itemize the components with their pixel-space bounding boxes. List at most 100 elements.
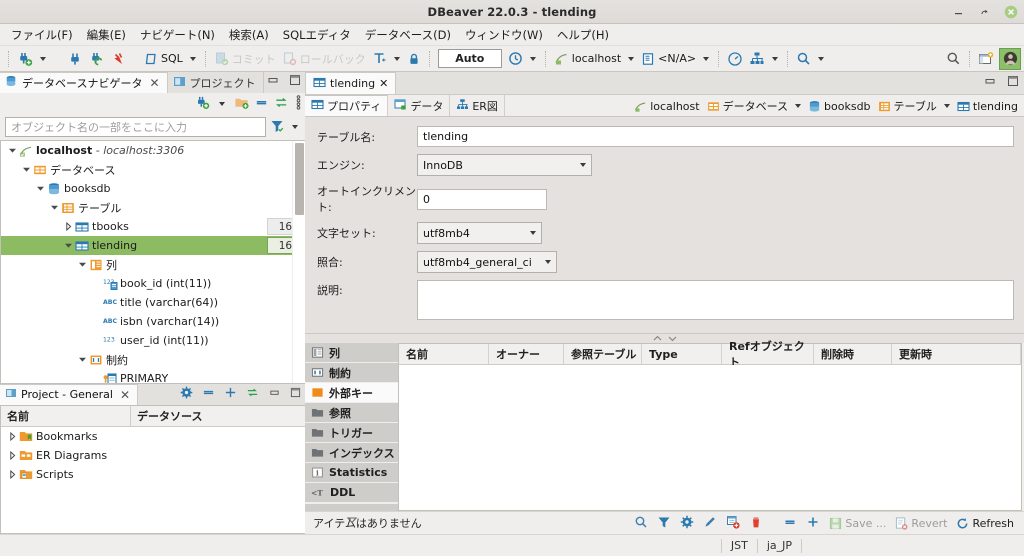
project-column-name[interactable]: 名前 bbox=[1, 405, 131, 426]
expand-all-icon[interactable] bbox=[224, 386, 237, 402]
chevron-down-icon[interactable] bbox=[77, 255, 88, 274]
object-tab-tab[interactable]: 制約 bbox=[305, 363, 398, 383]
clock-icon[interactable] bbox=[505, 48, 526, 70]
close-icon[interactable]: ✕ bbox=[120, 388, 130, 402]
grid-column-header[interactable]: 名前 bbox=[399, 344, 489, 364]
tree-item-tbooks[interactable]: tbooks 16K bbox=[1, 217, 305, 236]
minimize-icon[interactable] bbox=[983, 75, 997, 90]
search-dropdown-icon[interactable] bbox=[818, 56, 825, 61]
global-search-icon[interactable] bbox=[943, 48, 964, 70]
sql-editor-dropdown-icon[interactable] bbox=[189, 56, 196, 61]
search-icon[interactable] bbox=[793, 48, 814, 70]
subtab-data[interactable]: データ bbox=[388, 95, 451, 116]
disconnect-all-button[interactable] bbox=[108, 48, 130, 70]
auto-commit-selector[interactable]: Auto bbox=[437, 49, 502, 68]
search-input[interactable] bbox=[5, 117, 266, 138]
object-tab-tab[interactable]: 列 bbox=[305, 343, 398, 363]
tree-item-book_idint11[interactable]: 123 book_id (int(11)) bbox=[1, 274, 305, 293]
database-navigator-tree[interactable]: localhost - localhost:3306 データベース booksdb テ… bbox=[0, 140, 305, 384]
minimize-icon[interactable] bbox=[951, 5, 966, 20]
breadcrumb-item-tlending[interactable]: tlending bbox=[955, 100, 1020, 113]
object-tab-overflow[interactable] bbox=[305, 504, 398, 524]
new-connection-icon[interactable] bbox=[195, 95, 210, 113]
menu-database[interactable]: データベース(D) bbox=[358, 25, 458, 45]
delete-icon[interactable] bbox=[749, 515, 763, 532]
new-connection-dropdown-icon[interactable] bbox=[40, 56, 46, 61]
list-item[interactable]: Scripts bbox=[1, 465, 305, 484]
link-editor-icon[interactable] bbox=[246, 386, 259, 402]
minimize-icon[interactable] bbox=[266, 74, 280, 89]
gauge-icon[interactable] bbox=[724, 48, 746, 70]
avatar-icon[interactable] bbox=[999, 47, 1021, 70]
tree-item-titlevarchar64[interactable]: ABC title (varchar(64)) bbox=[1, 293, 305, 312]
chevron-right-icon[interactable] bbox=[7, 446, 18, 465]
object-tab-tab[interactable]: 外部キー bbox=[305, 383, 398, 403]
tree-item-user_idint11[interactable]: 123 user_id (int(11)) bbox=[1, 331, 305, 350]
charset-select[interactable]: utf8mb4 bbox=[417, 222, 542, 244]
tree-item-node11[interactable]: 制約 bbox=[1, 350, 305, 369]
tab-project-general[interactable]: Project - General ✕ bbox=[0, 383, 139, 405]
copy-row-icon[interactable] bbox=[726, 515, 741, 532]
foreign-keys-grid[interactable]: 名前 オーナー 参照テーブル Type Refオブジェクト 削除時 更新時 bbox=[398, 340, 1024, 511]
search-icon[interactable] bbox=[634, 515, 648, 532]
add-icon[interactable] bbox=[806, 515, 820, 532]
tree-item-node6[interactable]: 列 bbox=[1, 255, 305, 274]
connection-selector[interactable]: localhost bbox=[551, 48, 624, 70]
breadcrumb-item-booksdb[interactable]: booksdb bbox=[806, 100, 873, 113]
tree-scrollbar-thumb[interactable] bbox=[295, 143, 304, 216]
sql-editor-button[interactable]: SQL bbox=[141, 48, 186, 70]
grid-column-header[interactable]: オーナー bbox=[489, 344, 564, 364]
er-diagram-icon[interactable] bbox=[746, 48, 768, 70]
chevron-down-icon[interactable] bbox=[292, 125, 298, 130]
subtab-properties[interactable]: プロパティ bbox=[305, 95, 389, 116]
chevron-down-icon[interactable] bbox=[77, 350, 88, 369]
chevron-down-icon[interactable] bbox=[7, 141, 18, 160]
collapse-icon[interactable] bbox=[783, 515, 797, 532]
tree-item-localhost[interactable]: localhost - localhost:3306 bbox=[1, 141, 305, 160]
disconnect-button[interactable] bbox=[64, 48, 86, 70]
grid-column-header[interactable]: Refオブジェクト bbox=[722, 340, 814, 369]
menu-navigate[interactable]: ナビゲート(N) bbox=[133, 25, 222, 45]
transaction-mode-dropdown-icon[interactable] bbox=[393, 56, 400, 61]
editor-tab-tlending[interactable]: tlending ✕ bbox=[305, 72, 397, 94]
breadcrumb-caret-icon[interactable] bbox=[795, 104, 802, 108]
restore-icon[interactable] bbox=[977, 5, 992, 20]
subtab-er-diagram[interactable]: ER図 bbox=[450, 95, 505, 116]
gear-icon[interactable] bbox=[180, 386, 193, 402]
tree-item-PRIMARY[interactable]: PRIMARY bbox=[1, 369, 305, 383]
edit-icon[interactable] bbox=[703, 515, 717, 532]
breadcrumb-item-localhost[interactable]: localhost bbox=[632, 100, 701, 113]
clock-dropdown-icon[interactable] bbox=[529, 56, 536, 61]
grid-column-header[interactable]: 更新時 bbox=[892, 344, 1021, 364]
menu-search[interactable]: 検索(A) bbox=[222, 25, 276, 45]
collation-select[interactable]: utf8mb4_general_ci bbox=[417, 251, 557, 273]
filter-icon[interactable] bbox=[269, 118, 285, 137]
chevron-down-icon[interactable] bbox=[35, 179, 46, 198]
tab-project[interactable]: プロジェクト bbox=[167, 72, 264, 93]
reconnect-button[interactable] bbox=[86, 48, 108, 70]
connection-dropdown-icon[interactable] bbox=[628, 56, 635, 61]
breadcrumb-item-tables[interactable]: テーブル bbox=[876, 98, 939, 114]
view-menu-icon[interactable] bbox=[294, 94, 303, 113]
schema-dropdown-icon[interactable] bbox=[703, 56, 710, 61]
list-item[interactable]: Bookmarks bbox=[1, 427, 305, 446]
maximize-icon[interactable] bbox=[1007, 75, 1019, 90]
collapse-all-icon[interactable] bbox=[202, 386, 215, 402]
maximize-icon[interactable] bbox=[290, 387, 301, 401]
tree-item-node3[interactable]: テーブル bbox=[1, 198, 305, 217]
engine-select[interactable]: InnoDB bbox=[417, 154, 592, 176]
maximize-icon[interactable] bbox=[289, 74, 301, 89]
lock-icon[interactable] bbox=[404, 48, 424, 70]
new-connection-button[interactable] bbox=[14, 48, 36, 70]
description-textarea[interactable] bbox=[417, 280, 1014, 320]
chevron-down-icon[interactable] bbox=[21, 160, 32, 179]
refresh-button[interactable]: Refresh bbox=[956, 517, 1014, 530]
grid-body[interactable] bbox=[398, 365, 1022, 511]
tree-item-node1[interactable]: データベース bbox=[1, 160, 305, 179]
tree-scrollbar[interactable] bbox=[292, 141, 305, 383]
grid-column-header[interactable]: 参照テーブル bbox=[564, 344, 642, 364]
gear-icon[interactable] bbox=[680, 515, 694, 532]
close-icon[interactable]: ✕ bbox=[379, 77, 388, 90]
tree-item-isbnvarchar14[interactable]: ABC isbn (varchar(14)) bbox=[1, 312, 305, 331]
list-item[interactable]: ER Diagrams bbox=[1, 446, 305, 465]
